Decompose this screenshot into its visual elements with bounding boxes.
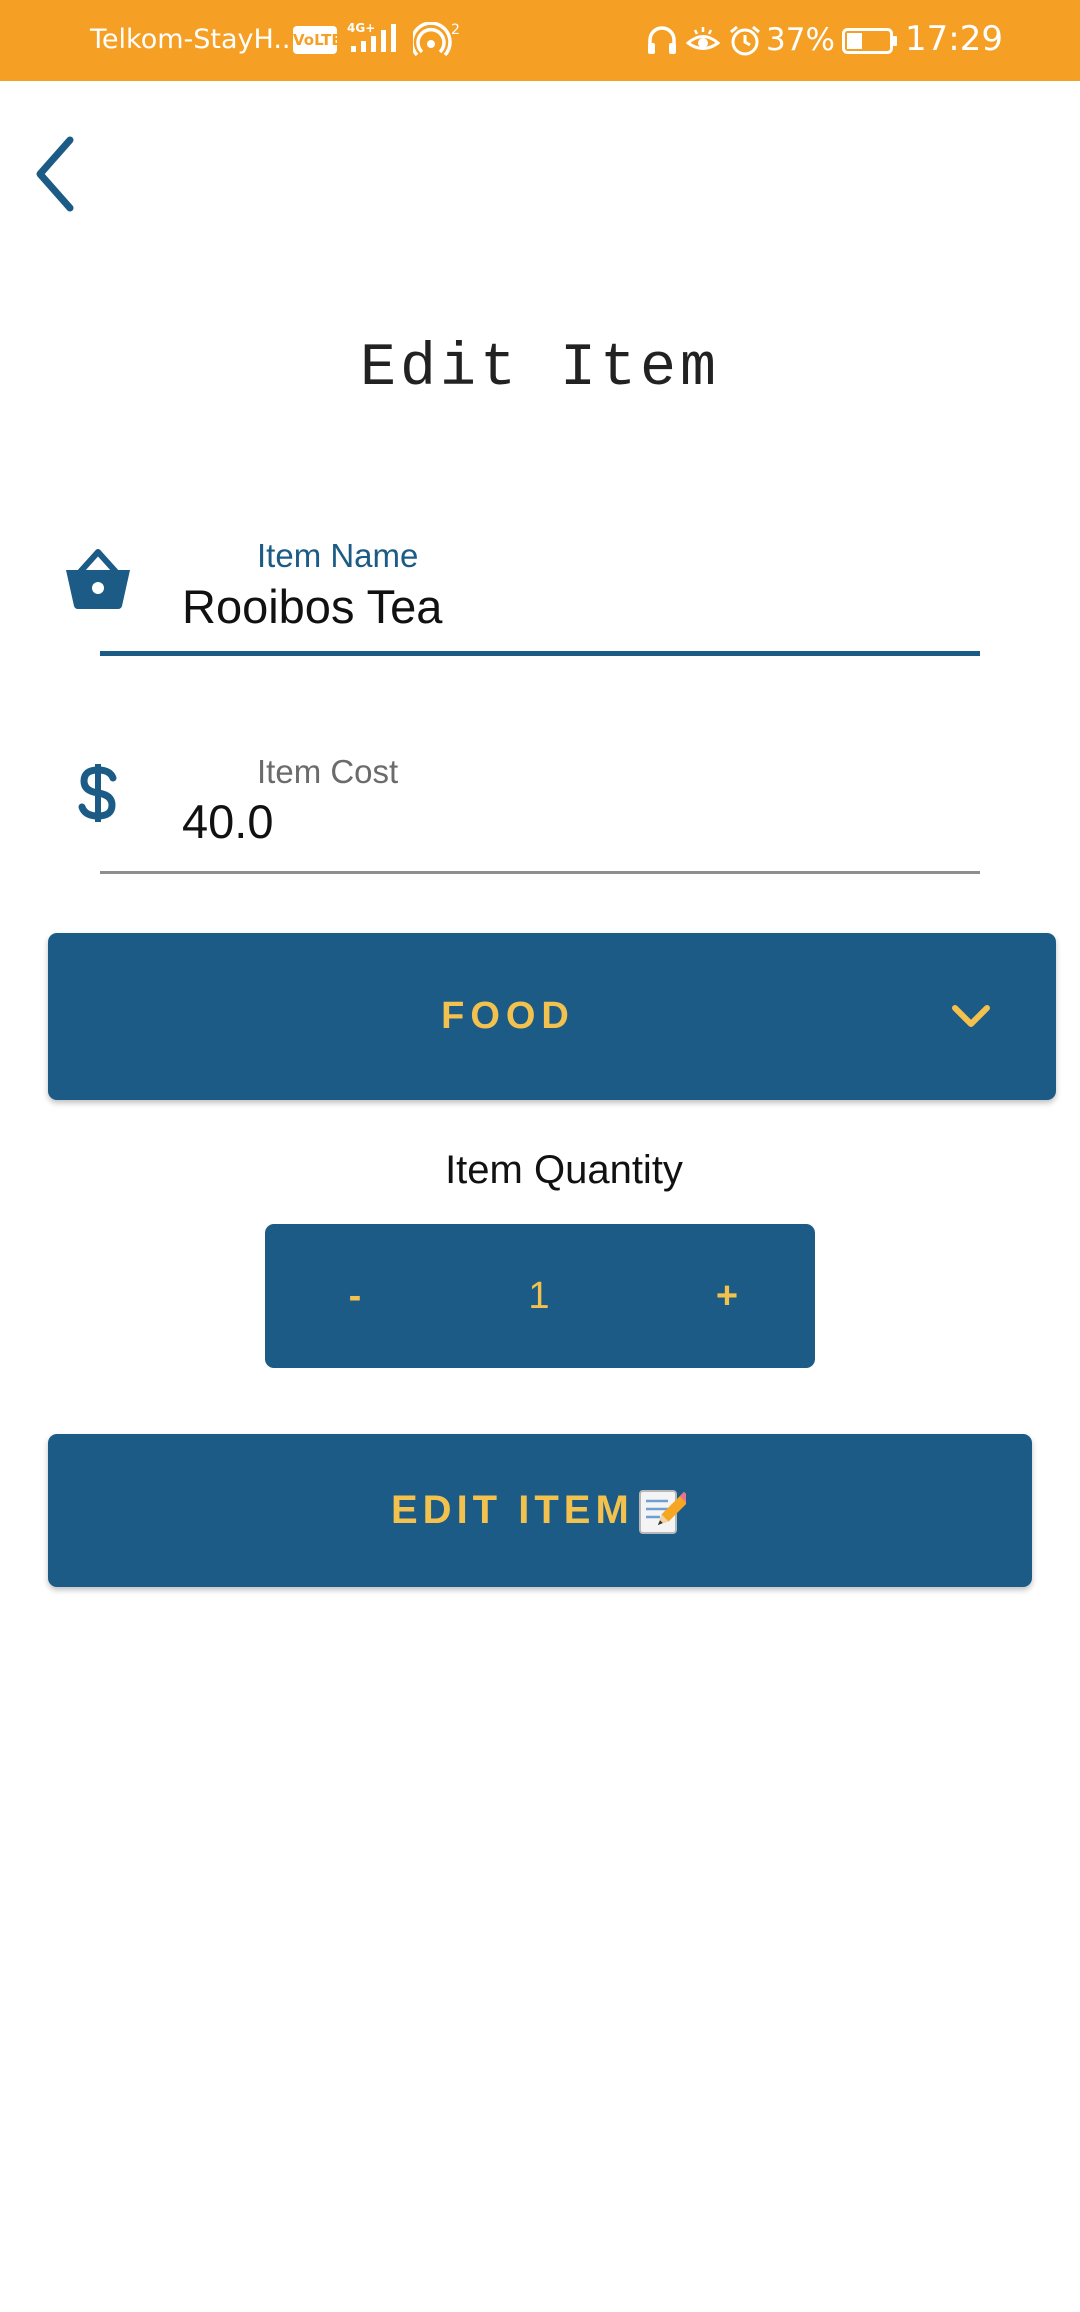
battery-icon (842, 28, 897, 54)
edit-item-label: EDIT ITEM (391, 1488, 634, 1532)
network-type: 4G+ (347, 21, 375, 35)
edit-item-button[interactable]: EDIT ITEM (48, 1434, 1032, 1587)
item-name-label: Item Name (257, 537, 419, 574)
hotspot-count: 2 (451, 22, 460, 38)
status-bar: Telkom-StayH... VoLTE 4G+ 2 37% 17:29 (0, 0, 1080, 81)
battery-fill (847, 33, 862, 49)
quantity-stepper: - 1 + (265, 1224, 815, 1368)
basket-icon (66, 549, 130, 609)
memo-icon (639, 1490, 686, 1534)
clock: 17:29 (905, 19, 1003, 59)
quantity-label: Item Quantity (445, 1148, 683, 1192)
item-cost-label: Item Cost (257, 753, 399, 790)
dollar-icon (78, 764, 117, 822)
chevron-left-icon[interactable] (22, 126, 94, 222)
item-cost-underline (100, 871, 980, 874)
increment-button[interactable]: + (697, 1224, 757, 1368)
category-dropdown[interactable]: FOOD (48, 933, 1056, 1100)
battery-percent: 37% (766, 22, 835, 58)
decrement-button[interactable]: - (325, 1224, 385, 1368)
category-selected: FOOD (441, 995, 575, 1037)
item-cost-input[interactable] (182, 791, 962, 851)
eye-comfort-icon (686, 27, 720, 50)
signal-icon: 4G+ (347, 21, 396, 52)
item-name-underline (100, 651, 980, 656)
item-name-input[interactable] (182, 576, 962, 636)
hotspot-icon: 2 (413, 22, 460, 57)
headphones-icon (648, 26, 676, 54)
chevron-down-icon (952, 1005, 990, 1027)
volte-badge: VoLTE (293, 26, 342, 54)
alarm-icon (730, 25, 760, 56)
page-title: Edit Item (359, 335, 721, 403)
quantity-value: 1 (528, 1275, 550, 1317)
carrier-name: Telkom-StayH... (90, 24, 300, 55)
